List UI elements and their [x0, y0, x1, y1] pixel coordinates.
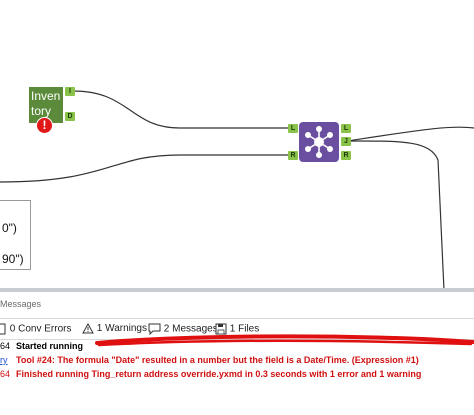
- input-tool-label-line1: Inven: [31, 89, 61, 103]
- join-anchor-left-l[interactable]: L: [288, 124, 298, 133]
- warnings-filter[interactable]: 1 Warnings: [82, 323, 147, 334]
- formula-annotation-box: 0") 90"): [0, 200, 31, 270]
- join-anchor-right-j[interactable]: J: [341, 137, 351, 146]
- conv-errors-label: 0 Conv Errors: [9, 323, 72, 335]
- connection-wires: [0, 90, 474, 290]
- message-tool-id[interactable]: ry: [0, 353, 10, 368]
- panel-splitter[interactable]: [0, 288, 474, 292]
- messages-label: 2 Messages: [163, 323, 218, 335]
- conv-error-icon: [0, 323, 6, 335]
- join-tool[interactable]: [299, 122, 339, 162]
- warnings-label: 1 Warnings: [96, 323, 147, 335]
- join-anchor-left-r[interactable]: R: [288, 151, 298, 160]
- formula-line-2: 90"): [2, 252, 24, 266]
- message-tool-id: 64: [0, 369, 11, 379]
- redaction-scribble: [95, 334, 474, 347]
- join-network-icon: [305, 126, 333, 158]
- files-label: 1 Files: [229, 323, 260, 335]
- conv-errors-filter[interactable]: 0 Conv Errors: [0, 323, 71, 335]
- messages-panel-title: Messages: [0, 299, 42, 309]
- message-text: Tool #24: The formula "Date" resulted in…: [16, 355, 419, 365]
- message-text: Started running: [16, 341, 83, 351]
- message-tool-id: 64: [0, 341, 11, 351]
- message-text: Finished running Ting_return address ove…: [16, 369, 422, 379]
- input-anchor-d[interactable]: D: [65, 112, 75, 121]
- message-row[interactable]: 64 Finished running Ting_return address …: [0, 367, 474, 382]
- join-anchor-right-r[interactable]: R: [341, 151, 351, 160]
- message-row[interactable]: ry Tool #24: The formula "Date" resulted…: [0, 353, 474, 368]
- workflow-canvas[interactable]: Inven tory I D ! L R L J R 0") 90"): [0, 0, 474, 290]
- warning-icon: [82, 323, 94, 334]
- join-anchor-right-l[interactable]: L: [341, 124, 351, 133]
- error-icon: !: [36, 117, 53, 134]
- formula-line-1: 0"): [2, 221, 17, 235]
- input-anchor-i[interactable]: I: [65, 87, 75, 96]
